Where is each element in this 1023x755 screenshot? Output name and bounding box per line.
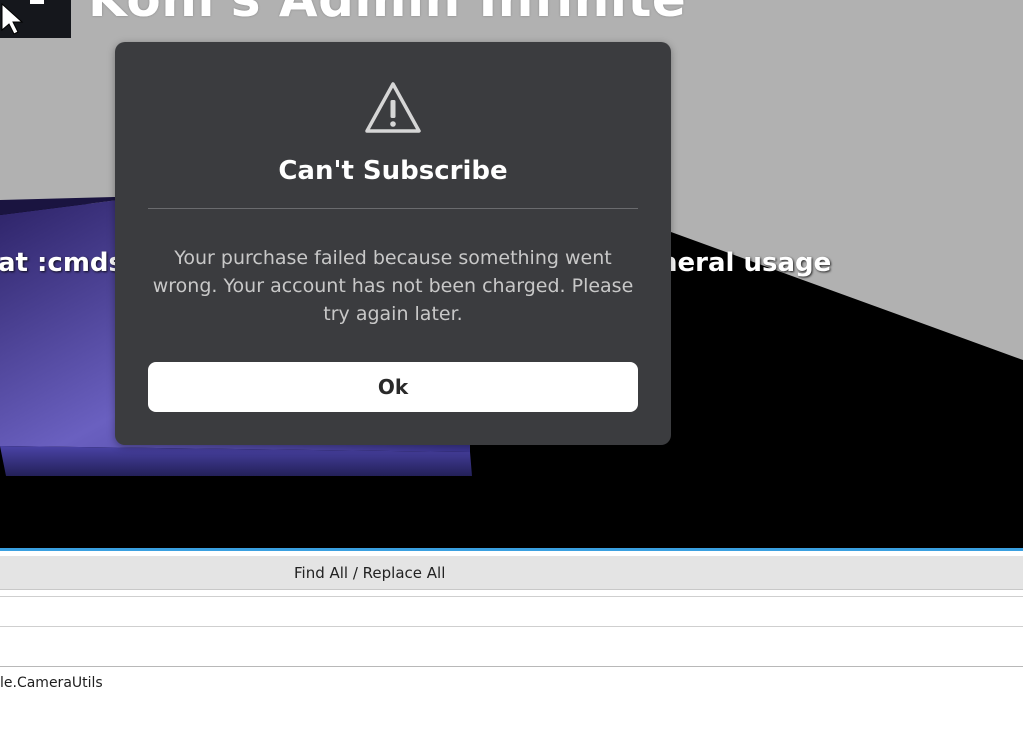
find-all-replace-all-label: Find All / Replace All xyxy=(294,564,446,582)
purchase-error-dialog: Can't Subscribe Your purchase failed bec… xyxy=(115,42,671,445)
result-row[interactable]: le.CameraUtils xyxy=(0,666,1023,755)
result-row[interactable] xyxy=(0,596,1023,627)
find-replace-bar[interactable]: Find All / Replace All xyxy=(0,556,1023,590)
result-text: le.CameraUtils xyxy=(0,675,103,691)
warning-triangle-icon xyxy=(365,82,421,133)
result-row[interactable] xyxy=(0,626,1023,667)
avatar-thumbnail xyxy=(0,0,71,38)
dialog-divider xyxy=(148,208,638,209)
hint-text-right: neral usage xyxy=(659,248,832,278)
dialog-title: Can't Subscribe xyxy=(278,156,508,186)
hint-text-left: at :cmds xyxy=(0,248,125,278)
ok-button[interactable]: Ok xyxy=(148,362,638,412)
game-title-text: Kohl's Admin Infinite xyxy=(88,0,686,28)
dialog-message: Your purchase failed because something w… xyxy=(152,247,634,325)
cursor-icon xyxy=(1,0,44,35)
